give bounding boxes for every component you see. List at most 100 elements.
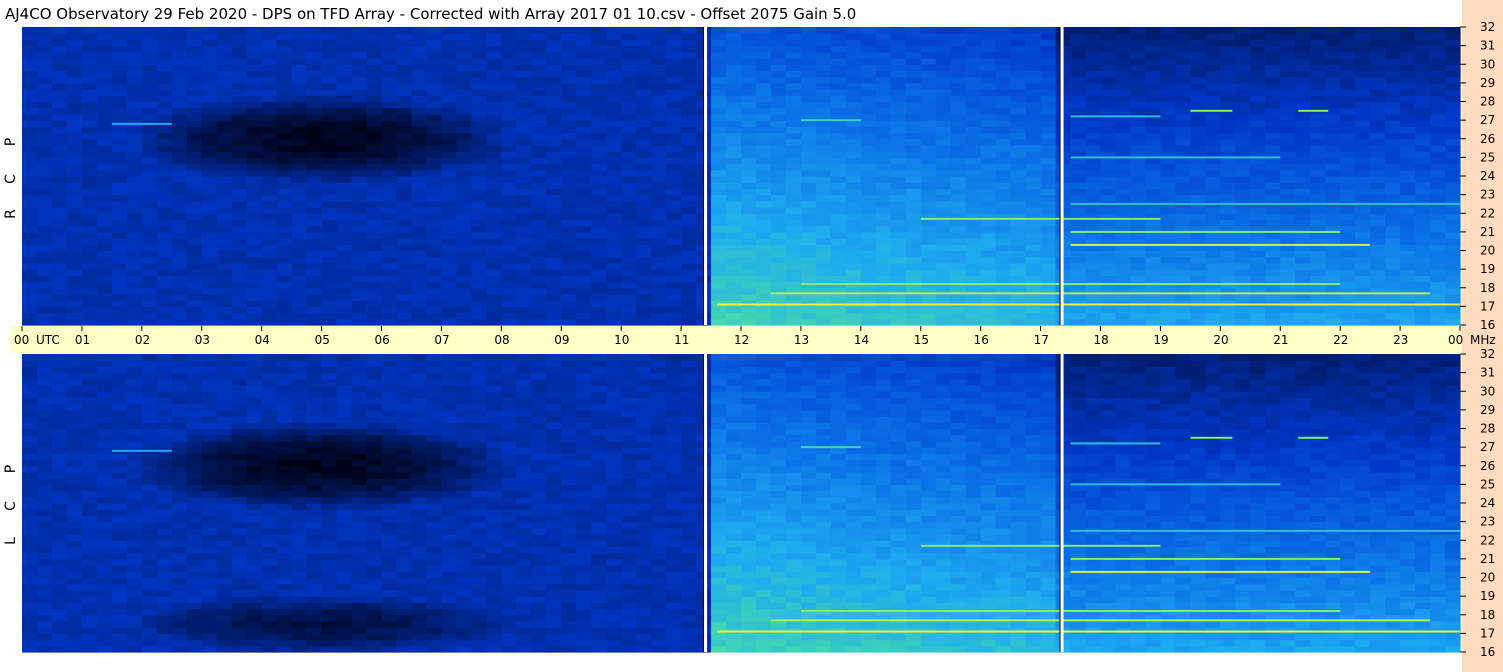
heatmap-cell	[1235, 132, 1251, 140]
heatmap-cell	[1430, 256, 1446, 264]
heatmap-cell	[651, 207, 667, 214]
heatmap-cell	[501, 163, 517, 171]
heatmap-cell	[411, 244, 428, 252]
heatmap-cell	[920, 306, 937, 314]
heatmap-cell	[126, 471, 143, 479]
heatmap-cell	[711, 33, 727, 41]
heatmap-cell	[860, 225, 877, 233]
heatmap-cell	[516, 244, 532, 252]
heatmap-cell	[606, 113, 622, 121]
heatmap-cell	[1355, 82, 1371, 90]
heatmap-cell	[36, 372, 53, 380]
heatmap-cell	[1190, 238, 1206, 245]
heatmap-cell	[261, 287, 278, 295]
heatmap-cell	[22, 496, 38, 504]
heatmap-cell	[231, 120, 248, 127]
heatmap-cell	[486, 89, 502, 96]
heatmap-cell	[216, 200, 233, 208]
heatmap-cell	[1100, 188, 1117, 196]
heatmap-cell	[995, 200, 1012, 208]
heatmap-cell	[22, 306, 38, 314]
heatmap-cell	[22, 269, 38, 276]
heatmap-cell	[1385, 194, 1401, 202]
heatmap-cell	[261, 101, 278, 109]
heatmap-cell	[1430, 244, 1446, 252]
heatmap-cell	[321, 89, 338, 96]
heatmap-cell	[381, 182, 398, 190]
heatmap-cell	[1265, 312, 1281, 320]
heatmap-cell	[755, 95, 772, 103]
heatmap-cell	[1205, 293, 1221, 301]
heatmap-cell	[830, 70, 847, 78]
heatmap-cell	[96, 608, 113, 616]
heatmap-cell	[516, 82, 532, 90]
heatmap-cell	[111, 182, 128, 190]
heatmap-cell	[845, 126, 862, 134]
heatmap-cell	[291, 250, 308, 258]
heatmap-cell	[276, 318, 293, 326]
heatmap-cell	[456, 89, 472, 96]
heatmap-cell	[396, 107, 413, 115]
heatmap-cell	[96, 58, 113, 65]
heatmap-cell	[1445, 64, 1461, 72]
heatmap-cell	[1010, 132, 1027, 140]
heatmap-cell	[411, 95, 428, 103]
heatmap-cell	[741, 213, 757, 221]
heatmap-cell	[995, 188, 1012, 196]
heatmap-cell	[785, 312, 802, 320]
heatmap-cell	[965, 306, 982, 314]
heatmap-cell	[741, 281, 757, 289]
heatmap-cell	[456, 33, 472, 41]
heatmap-cell	[755, 27, 772, 34]
heatmap-cell	[96, 527, 113, 535]
heatmap-cell	[1445, 107, 1461, 115]
heatmap-cell	[1250, 318, 1266, 326]
heatmap-cell	[201, 138, 218, 146]
heatmap-cell	[96, 138, 113, 146]
heatmap-cell	[935, 275, 952, 283]
heatmap-cell	[51, 453, 68, 461]
heatmap-cell	[800, 312, 817, 320]
heatmap-cell	[531, 231, 547, 239]
heatmap-cell	[576, 194, 592, 202]
heatmap-cell	[1415, 231, 1431, 239]
heatmap-cell	[216, 250, 233, 258]
heatmap-cell	[1175, 58, 1191, 65]
heatmap-cell	[36, 76, 53, 84]
heatmap-cell	[800, 33, 817, 41]
heatmap-cell	[980, 250, 997, 258]
heatmap-cell	[111, 188, 128, 196]
heatmap-cell	[621, 275, 637, 283]
heatmap-cell	[726, 293, 742, 301]
heatmap-cell	[561, 207, 577, 214]
heatmap-cell	[666, 89, 682, 96]
heatmap-cell	[471, 275, 487, 283]
heatmap-cell	[471, 182, 487, 190]
heatmap-cell	[366, 27, 383, 34]
heatmap-cell	[591, 89, 607, 96]
heatmap-cell	[1025, 262, 1042, 270]
heatmap-cell	[246, 76, 263, 84]
heatmap-cell	[1235, 182, 1251, 190]
heatmap-cell	[261, 318, 278, 326]
heatmap-cell	[995, 176, 1012, 183]
heatmap-cell	[426, 275, 443, 283]
heatmap-cell	[1010, 293, 1027, 301]
heatmap-cell	[126, 250, 143, 258]
heatmap-cell	[920, 82, 937, 90]
heatmap-cell	[726, 262, 742, 270]
heatmap-cell	[636, 107, 652, 115]
heatmap-cell	[1250, 33, 1266, 41]
heatmap-cell	[156, 101, 173, 109]
heatmap-cell	[576, 281, 592, 289]
heatmap-cell	[950, 101, 967, 109]
heatmap-cell	[1100, 256, 1117, 264]
heatmap-cell	[711, 250, 727, 258]
heatmap-cell	[576, 107, 592, 115]
heatmap-cell	[606, 225, 622, 233]
heatmap-cell	[860, 89, 877, 96]
heatmap-cell	[546, 107, 562, 115]
heatmap-cell	[66, 645, 83, 653]
heatmap-cell	[1130, 64, 1147, 72]
heatmap-cell	[66, 45, 83, 53]
